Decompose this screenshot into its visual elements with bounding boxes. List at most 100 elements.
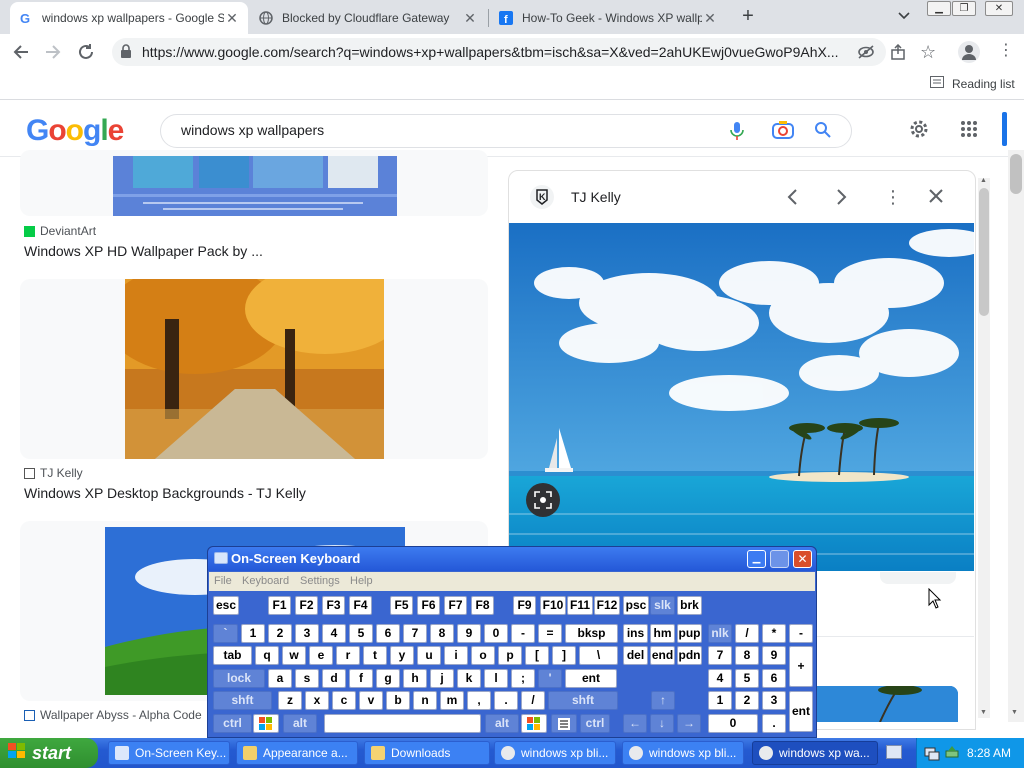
osk-key[interactable]: e: [309, 646, 333, 665]
osk-key[interactable]: a: [268, 669, 292, 688]
osk-key[interactable]: m: [440, 691, 464, 710]
osk-key[interactable]: /: [735, 624, 759, 643]
osk-key[interactable]: p: [498, 646, 522, 665]
osk-key[interactable]: F4: [349, 596, 372, 615]
osk-key[interactable]: nlk: [708, 624, 732, 643]
osk-key[interactable]: ;: [511, 669, 535, 688]
osk-key[interactable]: c: [332, 691, 356, 710]
tab-google-search[interactable]: G windows xp wallpapers - Google Se ✕: [10, 2, 248, 34]
osk-key[interactable]: ent: [789, 691, 813, 732]
close-tab-icon[interactable]: ✕: [224, 10, 240, 27]
preview-image-tropical-beach[interactable]: [509, 223, 974, 571]
start-button[interactable]: start: [0, 738, 98, 768]
osk-key[interactable]: ,: [467, 691, 491, 710]
google-logo[interactable]: Google: [26, 114, 124, 148]
osk-key[interactable]: t: [363, 646, 387, 665]
osk-key[interactable]: 5: [735, 669, 759, 688]
tab-howtogeek[interactable]: f How-To Geek - Windows XP wallpa ✕: [490, 2, 726, 34]
osk-key[interactable]: →: [677, 714, 701, 733]
osk-key[interactable]: F5: [390, 596, 413, 615]
close-preview-icon[interactable]: [928, 188, 944, 207]
osk-key[interactable]: k: [457, 669, 481, 688]
osk-key[interactable]: j: [430, 669, 454, 688]
osk-key[interactable]: slk: [650, 596, 675, 615]
result-title[interactable]: Windows XP Desktop Backgrounds - TJ Kell…: [24, 485, 306, 501]
osk-key[interactable]: ctrl: [580, 714, 610, 733]
osk-key-windows[interactable]: [521, 714, 547, 733]
osk-key[interactable]: ↓: [650, 714, 674, 733]
osk-key[interactable]: 4: [708, 669, 732, 688]
osk-key[interactable]: h: [403, 669, 427, 688]
osk-key[interactable]: F2: [295, 596, 318, 615]
osk-key[interactable]: *: [762, 624, 786, 643]
profile-avatar-icon[interactable]: [958, 41, 980, 63]
safely-remove-tray-icon[interactable]: [944, 745, 960, 764]
osk-key[interactable]: y: [390, 646, 414, 665]
osk-key[interactable]: 6: [762, 669, 786, 688]
restore-window-button[interactable]: ❐: [952, 1, 976, 16]
share-icon[interactable]: [890, 43, 908, 63]
osk-key[interactable]: \: [579, 646, 618, 665]
taskbar-item-downloads[interactable]: Downloads: [364, 741, 490, 765]
osk-key[interactable]: F6: [417, 596, 440, 615]
osk-key[interactable]: .: [494, 691, 518, 710]
osk-key[interactable]: 8: [430, 624, 454, 643]
browser-menu-icon[interactable]: ⋮: [998, 42, 1014, 60]
osk-menu-keyboard[interactable]: Keyboard: [242, 575, 289, 587]
osk-key[interactable]: F11: [567, 596, 593, 615]
tab-cloudflare[interactable]: Blocked by Cloudflare Gateway ✕: [250, 2, 486, 34]
osk-key[interactable]: 8: [735, 646, 759, 665]
osk-key[interactable]: lock: [213, 669, 265, 688]
osk-key[interactable]: F9: [513, 596, 536, 615]
taskbar-item-chrome-1[interactable]: windows xp bli...: [494, 741, 616, 765]
osk-key[interactable]: `: [213, 624, 238, 643]
osk-key[interactable]: 7: [708, 646, 732, 665]
osk-key[interactable]: [: [525, 646, 549, 665]
deviantart-thumbnail[interactable]: [113, 156, 397, 216]
osk-key[interactable]: 9: [457, 624, 481, 643]
osk-key[interactable]: b: [386, 691, 410, 710]
search-icon[interactable]: [814, 121, 832, 142]
osk-key[interactable]: F7: [444, 596, 467, 615]
osk-key[interactable]: g: [376, 669, 400, 688]
osk-key[interactable]: ←: [623, 714, 647, 733]
preview-source[interactable]: TJ Kelly: [571, 189, 621, 205]
google-apps-icon[interactable]: [960, 120, 978, 141]
osk-key[interactable]: 2: [268, 624, 292, 643]
osk-key[interactable]: esc: [213, 596, 239, 615]
taskbar-item-appearance[interactable]: Appearance a...: [236, 741, 358, 765]
osk-key[interactable]: r: [336, 646, 360, 665]
osk-menu-help[interactable]: Help: [350, 575, 373, 587]
osk-key[interactable]: f: [349, 669, 373, 688]
visit-button-shadow[interactable]: [880, 572, 956, 584]
close-tab-icon[interactable]: ✕: [702, 10, 718, 27]
osk-key[interactable]: shft: [548, 691, 618, 710]
search-input[interactable]: windows xp wallpapers: [181, 122, 324, 138]
eye-off-icon[interactable]: [857, 45, 875, 62]
osk-key[interactable]: l: [484, 669, 508, 688]
network-tray-icon[interactable]: [924, 745, 940, 764]
osk-minimize-button[interactable]: ▁: [747, 550, 766, 568]
osk-key[interactable]: brk: [677, 596, 702, 615]
osk-key[interactable]: 1: [708, 691, 732, 710]
osk-close-button[interactable]: ✕: [793, 550, 812, 568]
osk-key[interactable]: w: [282, 646, 306, 665]
scroll-down-arrow-icon[interactable]: ▼: [980, 709, 987, 716]
osk-key[interactable]: ': [538, 669, 562, 688]
osk-key[interactable]: s: [295, 669, 319, 688]
osk-key[interactable]: ins: [623, 624, 648, 643]
forward-arrow-icon[interactable]: [42, 41, 64, 63]
osk-key[interactable]: 0: [708, 714, 758, 733]
osk-key[interactable]: bksp: [565, 624, 618, 643]
more-options-icon[interactable]: ⋮: [884, 187, 902, 207]
scroll-up-arrow-icon[interactable]: ▲: [980, 177, 987, 184]
osk-key[interactable]: F1: [268, 596, 291, 615]
osk-key[interactable]: hm: [650, 624, 675, 643]
osk-key[interactable]: 2: [735, 691, 759, 710]
osk-key[interactable]: q: [255, 646, 279, 665]
panel-scrollbar-thumb[interactable]: [979, 188, 989, 316]
osk-key[interactable]: F10: [540, 596, 566, 615]
osk-key[interactable]: 1: [241, 624, 265, 643]
osk-key[interactable]: u: [417, 646, 441, 665]
osk-key[interactable]: d: [322, 669, 346, 688]
